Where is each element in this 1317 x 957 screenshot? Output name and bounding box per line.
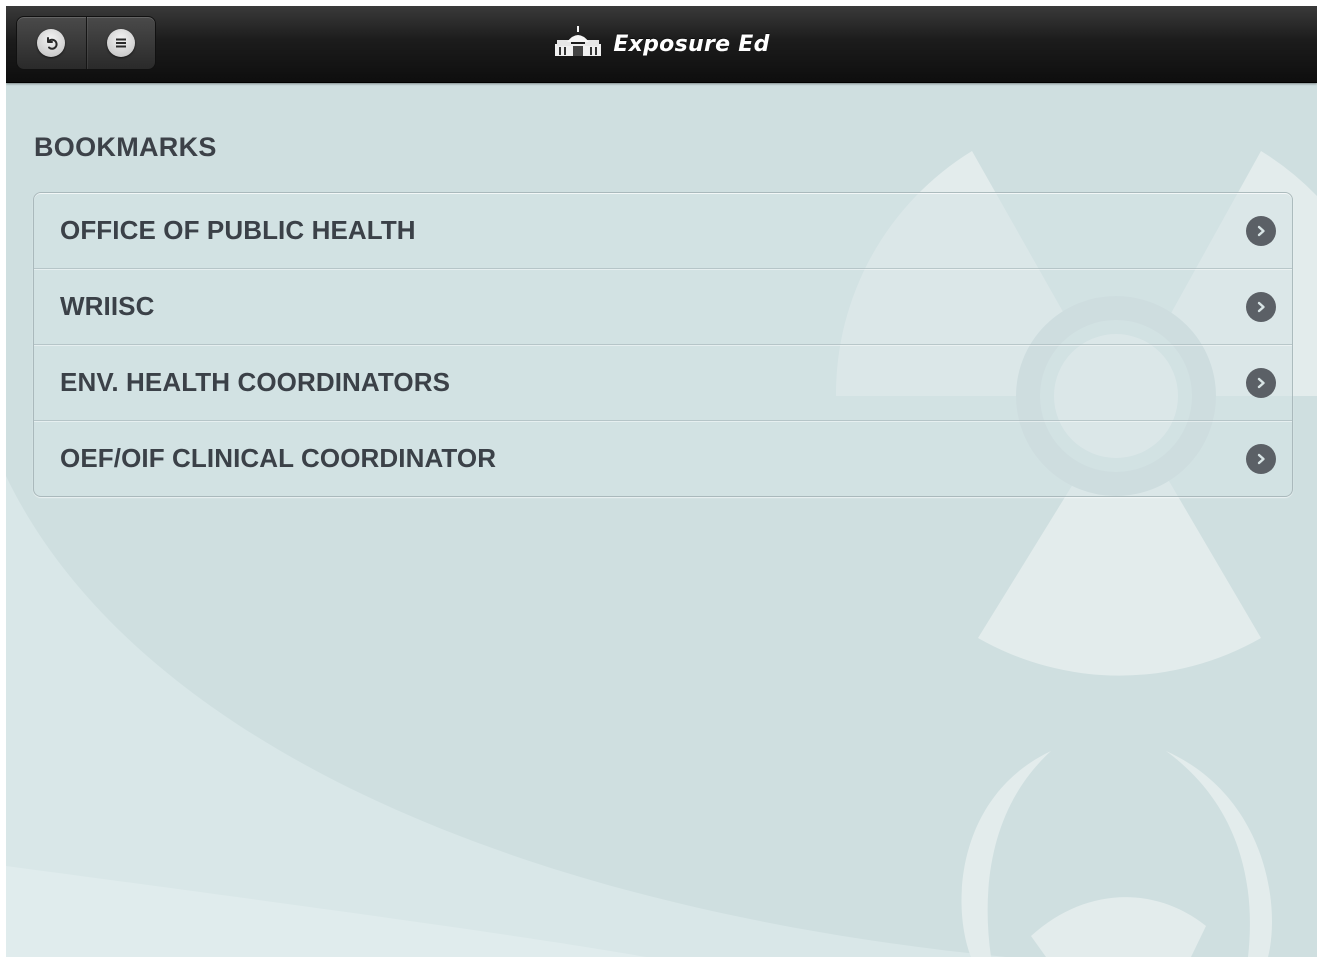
app-screen: Exposure Ed BOOKMARKS OFFICE OF PUBLIC H… bbox=[6, 6, 1317, 957]
list-item-label: OEF/OIF CLINICAL COORDINATOR bbox=[60, 443, 497, 473]
bookmark-env-health-coordinators[interactable]: ENV. HEALTH COORDINATORS bbox=[34, 345, 1292, 421]
chevron-right-circle-icon bbox=[1246, 367, 1276, 398]
top-navigation-bar: Exposure Ed bbox=[6, 6, 1317, 83]
bookmarks-list: OFFICE OF PUBLIC HEALTH WRIISC ENV. HEAL… bbox=[33, 192, 1293, 497]
capitol-logo-icon bbox=[553, 25, 603, 63]
list-item-label: WRIISC bbox=[60, 291, 155, 321]
list-item-label: ENV. HEALTH COORDINATORS bbox=[60, 367, 451, 397]
page-title: BOOKMARKS bbox=[34, 132, 217, 162]
list-item-label: OFFICE OF PUBLIC HEALTH bbox=[60, 215, 416, 245]
app-title-area: Exposure Ed bbox=[6, 6, 1317, 82]
bookmark-oef-oif-clinical-coordinator[interactable]: OEF/OIF CLINICAL COORDINATOR bbox=[34, 421, 1292, 496]
bookmark-office-of-public-health[interactable]: OFFICE OF PUBLIC HEALTH bbox=[34, 193, 1292, 269]
bookmark-wriisc[interactable]: WRIISC bbox=[34, 269, 1292, 345]
chevron-right-circle-icon bbox=[1246, 215, 1276, 246]
app-title: Exposure Ed bbox=[613, 31, 770, 57]
chevron-right-circle-icon bbox=[1246, 291, 1276, 322]
chevron-right-circle-icon bbox=[1246, 443, 1276, 474]
